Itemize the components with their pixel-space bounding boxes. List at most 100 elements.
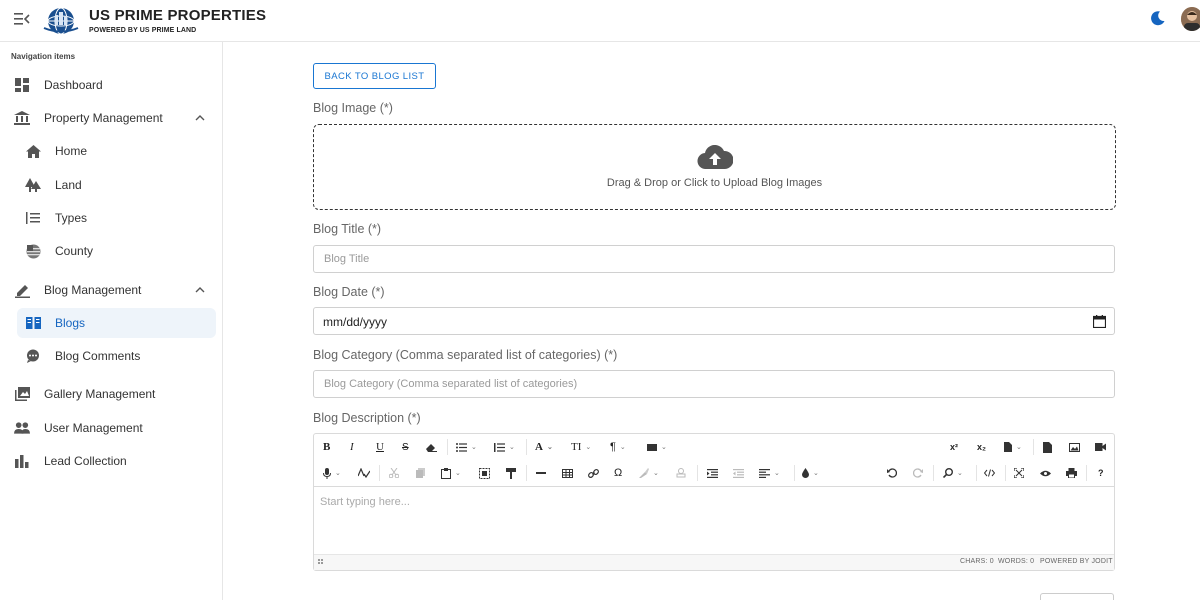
subscript-button[interactable]: x₂	[977, 438, 986, 456]
sidebar-item-label: Types	[55, 211, 88, 225]
undo-button[interactable]	[887, 464, 897, 482]
blog-category-label: Blog Category (Comma separated list of c…	[313, 348, 618, 362]
brush-icon	[639, 468, 649, 478]
spellcheck-button[interactable]	[358, 464, 370, 482]
sidebar-item-property-management[interactable]: Property Management	[0, 103, 222, 133]
user-avatar[interactable]	[1181, 7, 1200, 31]
table-icon	[562, 468, 573, 478]
blog-title-input[interactable]	[313, 245, 1115, 273]
insert-video-button[interactable]	[1095, 438, 1106, 456]
source-code-button[interactable]	[984, 464, 995, 482]
chevron-down-icon: ⌄	[455, 470, 461, 477]
company-logo	[43, 7, 79, 35]
strikethrough-button[interactable]: S	[402, 438, 409, 456]
search-icon	[943, 468, 953, 478]
back-to-blog-list-button[interactable]: BACK TO BLOG LIST	[313, 63, 436, 89]
file-dropdown-button[interactable]: ⌄	[1004, 438, 1022, 456]
bold-button[interactable]: B	[323, 438, 330, 456]
insert-image-button[interactable]	[1069, 438, 1080, 456]
sidebar-item-blogs[interactable]: Blogs	[17, 308, 216, 338]
paragraph-button[interactable]: ¶ ⌄	[610, 438, 626, 456]
sidebar-item-label: Blogs	[55, 316, 86, 330]
date-value: mm/dd/yyyy	[323, 315, 388, 329]
chevron-down-icon: ⌄	[335, 470, 341, 477]
bullet-list-button[interactable]: ⌄	[456, 438, 477, 456]
horizontal-line-icon	[536, 472, 546, 474]
speech-button[interactable]: ⌄	[323, 464, 341, 482]
align-button[interactable]: ⌄	[759, 464, 780, 482]
dark-mode-toggle-icon[interactable]	[1150, 10, 1166, 26]
font-label: A	[535, 441, 543, 453]
outdent-icon	[733, 468, 744, 478]
insert-file-button[interactable]	[1043, 438, 1052, 456]
insert-link-button[interactable]	[588, 464, 599, 482]
paste-button[interactable]: ⌄	[441, 464, 461, 482]
menu-collapse-icon[interactable]	[14, 12, 30, 26]
numbered-list-icon	[494, 442, 505, 452]
fullscreen-button[interactable]	[1014, 464, 1024, 482]
sidebar-item-county[interactable]: County	[0, 236, 222, 266]
chevron-up-icon[interactable]	[194, 284, 206, 296]
copy-button[interactable]	[416, 464, 425, 482]
blog-date-input[interactable]: mm/dd/yyyy	[313, 307, 1115, 335]
insert-table-button[interactable]	[562, 464, 573, 482]
classes-button[interactable]: ⌄	[647, 438, 667, 456]
sidebar-item-label: Property Management	[44, 111, 163, 125]
bank-icon	[14, 110, 30, 126]
print-button[interactable]	[1066, 464, 1077, 482]
redo-button[interactable]	[913, 464, 923, 482]
color-button[interactable]: ⌄	[802, 464, 819, 482]
sidebar-item-blog-management[interactable]: Blog Management	[0, 275, 222, 305]
blog-category-input[interactable]	[313, 370, 1115, 398]
underline-button[interactable]: U	[376, 438, 384, 456]
eraser-button[interactable]	[426, 438, 437, 456]
bullet-list-icon	[456, 442, 467, 452]
italic-button[interactable]: I	[350, 438, 354, 456]
image-dropzone[interactable]: Drag & Drop or Click to Upload Blog Imag…	[313, 124, 1116, 210]
fullscreen-icon	[1014, 468, 1024, 478]
preview-button[interactable]	[1040, 464, 1051, 482]
indent-button[interactable]	[707, 464, 718, 482]
sidebar-item-types[interactable]: Types	[0, 203, 222, 233]
sidebar-item-dashboard[interactable]: Dashboard	[0, 70, 222, 100]
video-icon	[1095, 443, 1106, 451]
print-icon	[1066, 468, 1077, 478]
editor-statusbar: CHARS: 0 WORDS: 0 POWERED BY JODIT	[314, 554, 1114, 570]
paint-format-icon	[506, 467, 516, 479]
sidebar-item-blog-comments[interactable]: Blog Comments	[0, 341, 222, 371]
sidebar-item-user-management[interactable]: User Management	[0, 413, 222, 443]
sidebar-item-label: Gallery Management	[44, 387, 156, 401]
sidebar-item-land[interactable]: Land	[0, 170, 222, 200]
sidebar-item-label: County	[55, 244, 94, 258]
sidebar-item-home[interactable]: Home	[0, 136, 222, 166]
outdent-button[interactable]	[733, 464, 744, 482]
sidebar-item-gallery-management[interactable]: Gallery Management	[0, 379, 222, 409]
font-size-button[interactable]: TI ⌄	[571, 438, 591, 456]
chevron-up-icon[interactable]	[194, 112, 206, 124]
select-all-button[interactable]	[479, 464, 490, 482]
sidebar-item-lead-collection[interactable]: Lead Collection	[0, 446, 222, 476]
symbols-button[interactable]	[676, 464, 686, 482]
chevron-down-icon: ⌄	[619, 444, 626, 451]
format-block-button[interactable]: ⌄	[639, 464, 659, 482]
blog-description-label: Blog Description (*)	[313, 411, 421, 425]
editor-content-area[interactable]: Start typing here...	[314, 487, 1114, 556]
cut-button[interactable]	[389, 464, 399, 482]
calendar-icon[interactable]	[1093, 315, 1106, 328]
special-character-button[interactable]: Ω	[614, 464, 622, 482]
powered-by-link[interactable]: POWERED BY JODIT	[1040, 558, 1113, 565]
horizontal-line-button[interactable]	[536, 464, 546, 482]
chevron-down-icon: ⌄	[653, 470, 659, 477]
numbered-list-button[interactable]: ⌄	[494, 438, 515, 456]
font-button[interactable]: A ⌄	[535, 438, 553, 456]
stamp-icon	[676, 468, 686, 478]
help-button[interactable]: ?	[1098, 464, 1104, 482]
superscript-button[interactable]: x²	[950, 438, 958, 456]
book-icon	[25, 315, 41, 331]
find-button[interactable]: ⌄	[943, 464, 963, 482]
resize-handle-icon[interactable]	[318, 559, 324, 565]
submit-button[interactable]	[1040, 593, 1114, 600]
sidebar-item-label: Home	[55, 144, 88, 158]
copy-format-button[interactable]	[506, 464, 516, 482]
spellcheck-icon	[358, 468, 370, 478]
